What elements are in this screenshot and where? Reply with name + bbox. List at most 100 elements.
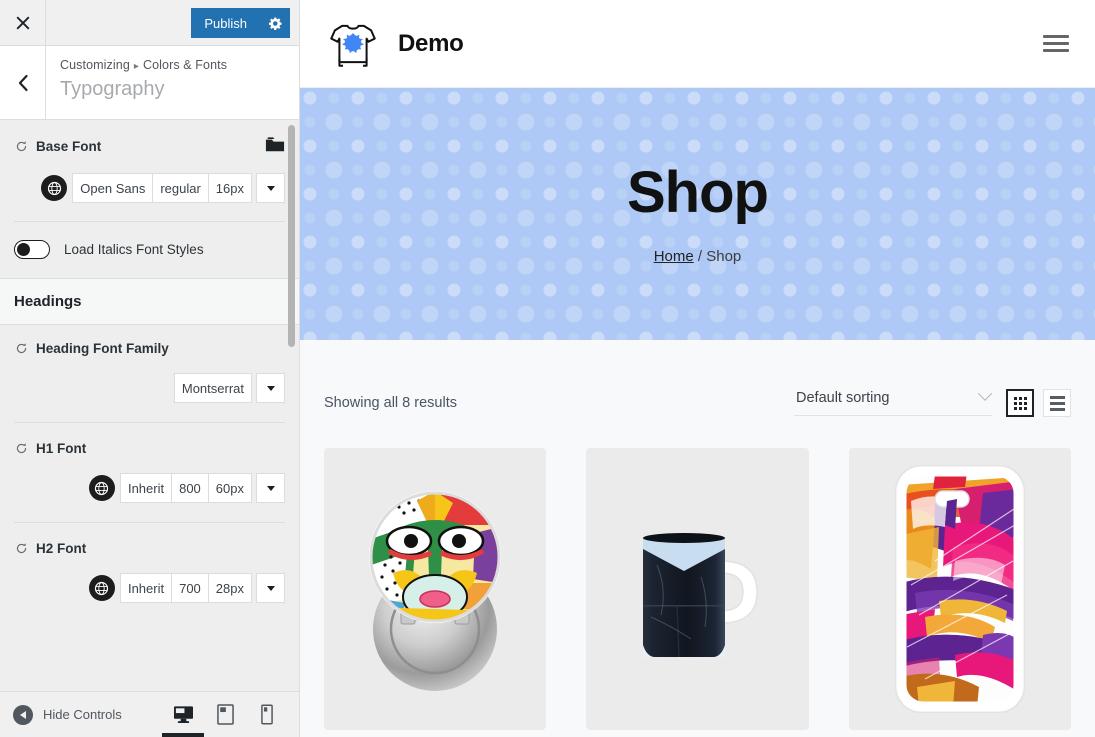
control-label-row: Base Font — [14, 136, 285, 156]
base-font-family-field[interactable]: Open Sans — [72, 173, 154, 203]
customizer-footer: Hide Controls — [0, 691, 299, 737]
h2-font-weight-field[interactable]: 700 — [171, 573, 209, 603]
site-title: Demo — [398, 29, 464, 57]
folder-icon-glyph — [265, 137, 285, 152]
hamburger-line — [1043, 35, 1069, 38]
caret-down-icon-glyph — [266, 385, 275, 391]
result-count: Showing all 8 results — [324, 395, 457, 411]
pin-badge-product-image — [369, 491, 502, 691]
chevron-left-icon — [18, 74, 28, 91]
breadcrumb-current: Shop — [706, 247, 742, 265]
globe-icon[interactable] — [88, 575, 115, 601]
caret-down-icon-glyph — [266, 185, 275, 191]
device-preview-switcher — [162, 692, 299, 737]
base-font-size-field[interactable]: 16px — [207, 173, 252, 203]
globe-icon[interactable] — [41, 175, 68, 201]
base-font-weight-field[interactable]: regular — [152, 173, 209, 203]
hamburger-line — [1043, 42, 1069, 45]
hamburger-line — [1043, 49, 1069, 52]
breadcrumb-parent[interactable]: Colors & Fonts — [143, 58, 227, 72]
desktop-icon — [173, 706, 193, 724]
h1-font-size-field[interactable]: 60px — [207, 473, 252, 503]
product-card[interactable] — [324, 448, 547, 730]
h1-font-controls: Inherit 800 60px — [14, 473, 285, 503]
breadcrumb-separator-icon: ▸ — [133, 61, 139, 72]
h2-font-family-field[interactable]: Inherit — [119, 573, 173, 603]
close-icon[interactable] — [0, 0, 46, 45]
gear-icon[interactable] — [260, 8, 290, 38]
h2-font-size-field[interactable]: 28px — [207, 573, 252, 603]
mobile-preview-button[interactable] — [246, 692, 288, 737]
control-h1-font: H1 Font Inherit 800 60px — [0, 423, 299, 523]
caret-down-icon-glyph — [266, 585, 275, 591]
shop-content: Showing all 8 results Default sorting — [300, 340, 1095, 737]
breadcrumb-home-link[interactable]: Home — [654, 248, 694, 265]
globe-icon-glyph — [47, 181, 61, 195]
reset-icon[interactable] — [14, 542, 28, 556]
control-label-text: H2 Font — [36, 541, 87, 556]
reset-icon-glyph — [16, 343, 26, 354]
toolbar-right: Default sorting — [794, 386, 1071, 417]
caret-down-icon[interactable] — [256, 173, 285, 203]
grid-view-button[interactable] — [1006, 389, 1034, 417]
page-title: Typography — [60, 78, 165, 100]
product-card[interactable] — [586, 448, 809, 730]
reset-icon-glyph — [16, 543, 26, 554]
globe-icon-glyph — [95, 581, 109, 595]
list-view-button[interactable] — [1043, 389, 1071, 417]
hide-controls-button[interactable]: Hide Controls — [0, 704, 122, 725]
globe-icon[interactable] — [88, 475, 115, 501]
sorting-selected-value: Default sorting — [796, 390, 890, 406]
mug-product-image — [643, 533, 759, 658]
product-grid — [324, 448, 1071, 730]
list-view-icon — [1049, 395, 1065, 411]
caret-down-icon[interactable] — [256, 473, 285, 503]
back-button[interactable] — [0, 46, 46, 119]
site-logo-link[interactable]: Demo — [324, 15, 464, 73]
reset-icon[interactable] — [14, 139, 28, 153]
tshirt-splat-logo-icon — [330, 24, 376, 67]
sorting-select[interactable]: Default sorting — [794, 386, 993, 416]
h2-font-controls: Inherit 700 28px — [14, 573, 285, 603]
hamburger-menu-icon[interactable] — [1043, 31, 1069, 57]
reset-icon[interactable] — [14, 442, 28, 456]
hide-controls-label: Hide Controls — [43, 707, 122, 722]
breadcrumb: Customizing ▸ Colors & Fonts — [60, 58, 227, 72]
control-label-row: Heading Font Family — [14, 341, 285, 356]
desktop-preview-button[interactable] — [162, 692, 204, 737]
reset-icon[interactable] — [14, 342, 28, 356]
load-italics-label: Load Italics Font Styles — [64, 242, 204, 257]
load-italics-toggle-row: Load Italics Font Styles — [14, 222, 285, 278]
caret-down-icon[interactable] — [256, 373, 285, 403]
heading-font-family-field[interactable]: Montserrat — [173, 373, 252, 403]
control-label-row: H1 Font — [14, 441, 285, 456]
grid-view-icon — [1013, 396, 1027, 410]
customizer-topbar: Publish — [0, 0, 299, 46]
folder-icon[interactable] — [265, 136, 285, 156]
control-h2-font: H2 Font Inherit 700 28px — [0, 523, 299, 603]
panel-header: Customizing ▸ Colors & Fonts Typography — [0, 46, 299, 120]
h1-font-weight-field[interactable]: 800 — [171, 473, 209, 503]
base-font-controls: Open Sans regular 16px — [14, 173, 285, 221]
hero-title: Shop — [627, 159, 769, 225]
close-icon-glyph — [16, 16, 29, 29]
tablet-icon — [216, 704, 234, 725]
site-header: Demo — [300, 0, 1095, 88]
mobile-icon — [261, 704, 273, 725]
sidebar-scrollbar[interactable] — [288, 125, 295, 347]
hero-breadcrumb: Home / Shop — [654, 248, 742, 265]
caret-down-icon[interactable] — [256, 573, 285, 603]
product-card[interactable] — [848, 448, 1071, 730]
breadcrumb-root[interactable]: Customizing — [60, 58, 130, 72]
reset-icon-glyph — [16, 140, 26, 151]
load-italics-toggle[interactable] — [14, 240, 50, 259]
publish-button[interactable]: Publish — [191, 8, 260, 38]
chevron-down-icon — [977, 386, 993, 401]
tablet-preview-button[interactable] — [204, 692, 246, 737]
h1-font-family-field[interactable]: Inherit — [119, 473, 173, 503]
control-label-text: Heading Font Family — [36, 341, 169, 356]
phone-case-product-image — [894, 465, 1025, 713]
section-headings[interactable]: Headings — [0, 278, 299, 325]
control-base-font: Base Font Open Sans regular 16px Load It… — [0, 120, 299, 278]
control-heading-font-family: Heading Font Family Montserrat — [0, 325, 299, 423]
